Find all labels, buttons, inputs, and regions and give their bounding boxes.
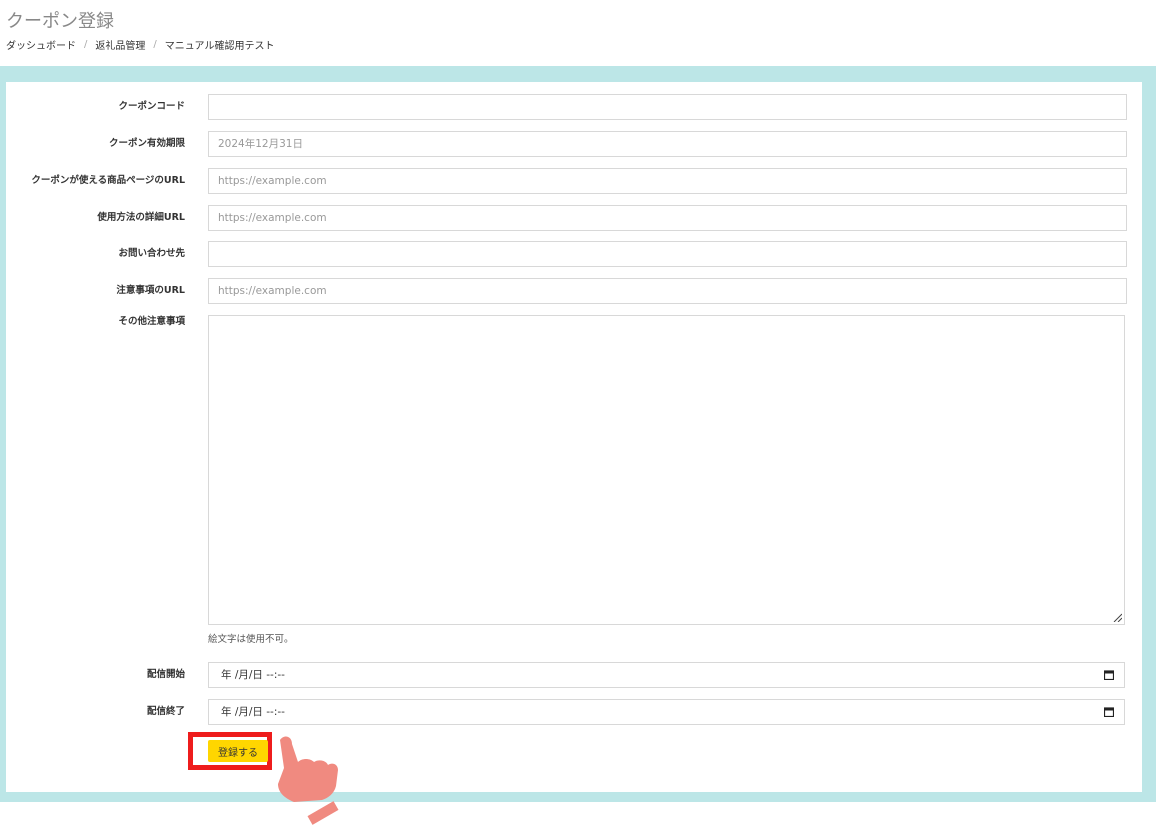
calendar-icon[interactable] [1104,670,1114,680]
emoji-help-text: 絵文字は使用不可。 [208,634,294,645]
coupon-expiry-input[interactable]: 2024年12月31日 [208,131,1127,157]
breadcrumb-gift-management[interactable]: 返礼品管理 [95,37,145,52]
register-button[interactable]: 登録する [208,740,268,762]
submit-highlight-box: 登録する [188,732,272,770]
breadcrumb-dashboard[interactable]: ダッシュボード [6,37,76,52]
contact-label: お問い合わせ先 [118,248,185,259]
form-row-expiry: クーポン有効期限 2024年12月31日 [6,131,1142,157]
coupon-expiry-label: クーポン有効期限 [108,138,185,149]
form-row-coupon-code: クーポンコード [6,94,1142,120]
coupon-code-input[interactable] [208,94,1127,120]
coupon-form-card: クーポンコード クーポン有効期限 2024年12月31日 クーポンが使える商品ペ… [6,82,1142,792]
form-row-notes-url: 注意事項のURL https://example.com [6,278,1142,304]
breadcrumb-separator: / [153,39,157,50]
form-row-contact: お問い合わせ先 [6,241,1142,267]
page-title: クーポン登録 [6,11,114,32]
end-label: 配信終了 [146,706,185,717]
form-row-start: 配信開始 年 /月/日 --:-- [6,662,1142,688]
notes-url-input[interactable]: https://example.com [208,278,1127,304]
usage-url-input[interactable]: https://example.com [208,205,1127,231]
breadcrumb-current: マニュアル確認用テスト [164,41,275,52]
coupon-code-label: クーポンコード [118,101,185,112]
form-row-end: 配信終了 年 /月/日 --:-- [6,699,1142,725]
content-frame: クーポンコード クーポン有効期限 2024年12月31日 クーポンが使える商品ペ… [0,66,1156,802]
end-datetime-input[interactable]: 年 /月/日 --:-- [208,699,1125,725]
breadcrumb-separator: / [84,39,88,50]
product-url-input[interactable]: https://example.com [208,168,1127,194]
form-row-product-url: クーポンが使える商品ページのURL https://example.com [6,168,1142,194]
form-row-usage-url: 使用方法の詳細URL https://example.com [6,205,1142,231]
product-url-label: クーポンが使える商品ページのURL [31,175,185,186]
calendar-icon[interactable] [1104,707,1114,717]
contact-input[interactable] [208,241,1127,267]
resize-handle-icon[interactable] [1112,612,1122,622]
other-notes-label: その他注意事項 [118,316,185,327]
start-datetime-placeholder: 年 /月/日 --:-- [221,669,285,681]
breadcrumb: ダッシュボード / 返礼品管理 / マニュアル確認用テスト [6,37,274,52]
start-datetime-input[interactable]: 年 /月/日 --:-- [208,662,1125,688]
start-label: 配信開始 [146,669,185,680]
form-row-other-notes: その他注意事項 絵文字は使用不可。 [6,315,1142,645]
end-datetime-placeholder: 年 /月/日 --:-- [221,706,285,718]
usage-url-label: 使用方法の詳細URL [97,212,185,223]
pointing-hand-icon [278,736,339,825]
notes-url-label: 注意事項のURL [116,285,185,296]
other-notes-textarea[interactable] [208,315,1125,625]
